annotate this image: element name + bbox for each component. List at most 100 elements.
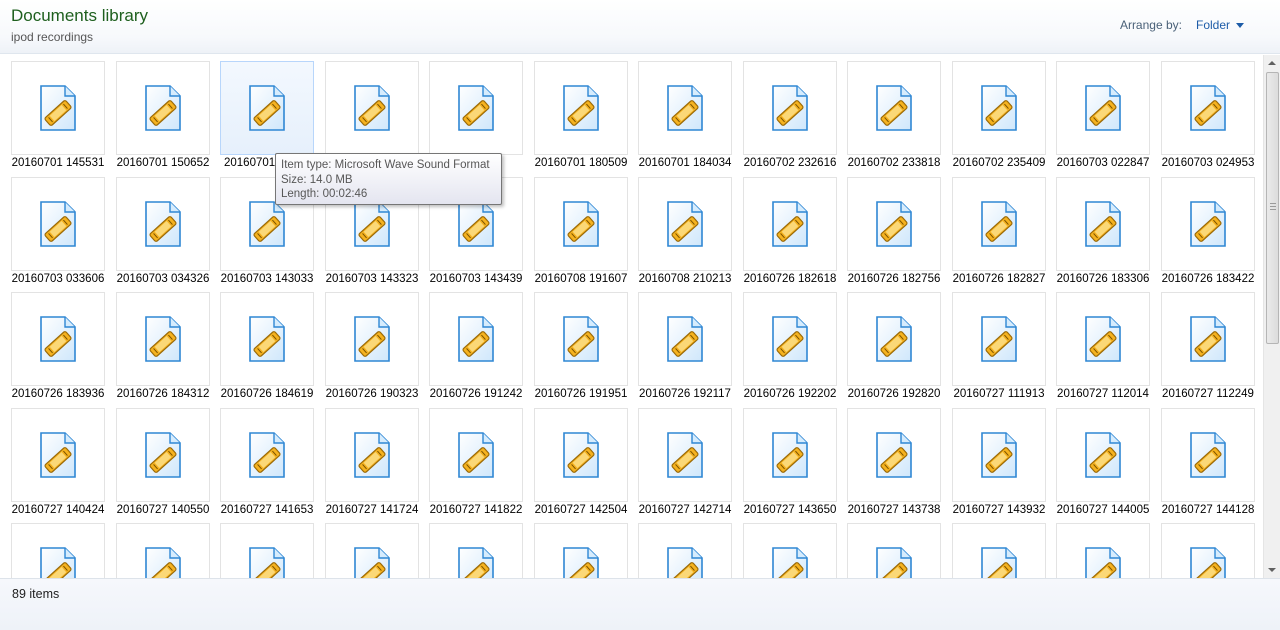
wave-audio-file-icon [457, 200, 495, 248]
file-tile[interactable] [325, 408, 419, 502]
vertical-scrollbar[interactable] [1263, 55, 1280, 578]
file-tile[interactable] [1161, 61, 1255, 155]
wave-audio-file-icon [562, 200, 600, 248]
file-tile[interactable] [952, 177, 1046, 271]
file-name-label: 20160708 210213 [638, 273, 732, 285]
wave-audio-file-icon [457, 315, 495, 363]
file-name-label: 20160703 143033 [220, 273, 314, 285]
file-tile[interactable] [11, 177, 105, 271]
file-view[interactable]: 20160701 14553120160701 1506522016070185… [0, 55, 1263, 578]
wave-audio-file-icon [875, 315, 913, 363]
file-tile[interactable] [534, 408, 628, 502]
wave-audio-file-icon [1189, 315, 1227, 363]
file-name-label: 20160726 183306 [1056, 273, 1150, 285]
file-tile[interactable] [429, 292, 523, 386]
file-tile[interactable] [847, 408, 941, 502]
file-tile[interactable] [743, 408, 837, 502]
file-tile[interactable] [116, 523, 210, 578]
file-name-label: 20160727 144005 [1056, 504, 1150, 516]
file-tile[interactable] [116, 408, 210, 502]
file-tile[interactable] [638, 177, 732, 271]
file-tile[interactable] [638, 61, 732, 155]
file-tile[interactable] [11, 523, 105, 578]
file-tile[interactable] [743, 292, 837, 386]
file-name-label: 20160727 141724 [325, 504, 419, 516]
wave-audio-file-icon [980, 315, 1018, 363]
file-tile[interactable] [116, 177, 210, 271]
file-tile[interactable] [743, 61, 837, 155]
library-subtitle: ipod recordings [11, 30, 94, 44]
file-tile[interactable] [1056, 61, 1150, 155]
wave-audio-file-icon [1189, 84, 1227, 132]
scroll-thumb[interactable] [1266, 72, 1279, 344]
file-tile[interactable] [638, 408, 732, 502]
wave-audio-file-icon [1084, 431, 1122, 479]
wave-audio-file-icon [875, 546, 913, 578]
wave-audio-file-icon [771, 546, 809, 578]
file-tile[interactable] [220, 408, 314, 502]
file-tile[interactable] [220, 292, 314, 386]
wave-audio-file-icon [980, 431, 1018, 479]
item-count: 89 items [12, 587, 60, 601]
file-tile[interactable] [1161, 177, 1255, 271]
file-tile[interactable] [11, 408, 105, 502]
file-tile[interactable] [325, 523, 419, 578]
file-tile[interactable] [116, 61, 210, 155]
file-tile[interactable] [952, 408, 1046, 502]
status-bar: 89 items [0, 578, 1280, 630]
file-tile[interactable] [325, 292, 419, 386]
file-tile[interactable] [743, 523, 837, 578]
wave-audio-file-icon [144, 84, 182, 132]
file-name-label: 20160726 191951 [534, 388, 628, 400]
file-tile[interactable] [116, 292, 210, 386]
file-tile[interactable] [534, 61, 628, 155]
file-tile[interactable] [11, 61, 105, 155]
arrange-by-dropdown[interactable]: Folder [1196, 18, 1244, 32]
tooltip-size: Size: 14.0 MB [281, 173, 353, 186]
file-tile[interactable] [1056, 177, 1150, 271]
file-tile[interactable] [638, 523, 732, 578]
file-tile[interactable] [1161, 523, 1255, 578]
tooltip-item-type: Item type: Microsoft Wave Sound Format [281, 159, 490, 171]
file-tile[interactable] [743, 177, 837, 271]
arrange-by-value: Folder [1195, 18, 1230, 32]
file-tile[interactable] [847, 61, 941, 155]
file-tile[interactable] [220, 61, 314, 155]
grip-icon [1270, 203, 1276, 212]
scroll-up-icon[interactable] [1264, 55, 1280, 72]
file-tile[interactable] [534, 177, 628, 271]
wave-audio-file-icon [248, 200, 286, 248]
file-tile[interactable] [952, 292, 1046, 386]
file-tile[interactable] [638, 292, 732, 386]
file-name-label: 20160702 233818 [847, 157, 941, 169]
file-tile[interactable] [429, 61, 523, 155]
file-tile[interactable] [325, 61, 419, 155]
file-tile[interactable] [11, 292, 105, 386]
wave-audio-file-icon [39, 546, 77, 578]
file-tile[interactable] [429, 408, 523, 502]
file-tile[interactable] [847, 177, 941, 271]
file-tile[interactable] [952, 61, 1046, 155]
file-tile[interactable] [847, 523, 941, 578]
wave-audio-file-icon [980, 84, 1018, 132]
file-tile[interactable] [847, 292, 941, 386]
file-name-label: 20160726 191242 [429, 388, 523, 400]
file-tile[interactable] [1161, 408, 1255, 502]
wave-audio-file-icon [39, 431, 77, 479]
wave-audio-file-icon [457, 84, 495, 132]
file-name-label: 20160701 184034 [638, 157, 732, 169]
file-tile[interactable] [1056, 292, 1150, 386]
file-tile[interactable] [534, 523, 628, 578]
file-tile[interactable] [1161, 292, 1255, 386]
file-tile[interactable] [952, 523, 1046, 578]
file-tile[interactable] [534, 292, 628, 386]
scroll-down-icon[interactable] [1264, 561, 1280, 578]
wave-audio-file-icon [666, 431, 704, 479]
file-tile[interactable] [1056, 408, 1150, 502]
file-tile[interactable] [429, 523, 523, 578]
wave-audio-file-icon [144, 546, 182, 578]
file-tile[interactable] [220, 523, 314, 578]
file-name-label: 20160727 112014 [1057, 388, 1149, 400]
tooltip-length: Length: 00:02:46 [281, 188, 368, 200]
file-tile[interactable] [1056, 523, 1150, 578]
